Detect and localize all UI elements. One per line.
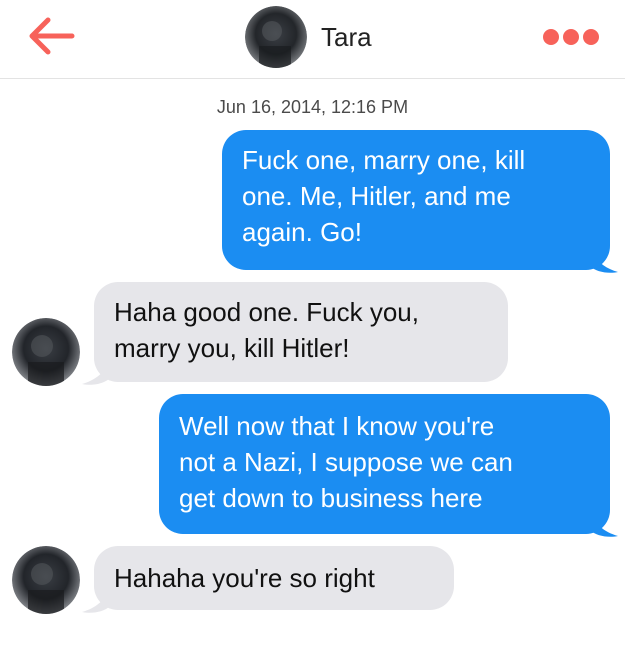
incoming-message[interactable]: Hahaha you're so right	[94, 546, 454, 610]
incoming-message[interactable]: Haha good one. Fuck you, marry you, kill…	[94, 282, 508, 382]
more-button[interactable]	[540, 22, 602, 52]
contact-avatar[interactable]	[12, 318, 80, 386]
message-line: get down to business here	[179, 483, 483, 513]
message-line: again. Go!	[242, 217, 362, 247]
message-line: one. Me, Hitler, and me	[242, 181, 511, 211]
message-line: Well now that I know you're	[179, 411, 495, 441]
outgoing-message[interactable]: Fuck one, marry one, kill one. Me, Hitle…	[222, 130, 610, 270]
message-line: Haha good one. Fuck you,	[114, 297, 419, 327]
contact-avatar[interactable]	[12, 546, 80, 614]
message-line: Hahaha you're so right	[114, 563, 375, 593]
message-line: Fuck one, marry one, kill	[242, 145, 526, 175]
back-arrow-icon	[29, 17, 75, 55]
message-timestamp: Jun 16, 2014, 12:16 PM	[216, 97, 409, 117]
message-line: marry you, kill Hitler!	[114, 333, 350, 363]
contact-name[interactable]: Tara	[321, 22, 372, 53]
outgoing-message[interactable]: Well now that I know you're not a Nazi, …	[159, 394, 610, 534]
contact-avatar[interactable]	[245, 6, 307, 68]
more-dots-icon	[543, 29, 599, 45]
message-line: not a Nazi, I suppose we can	[179, 447, 513, 477]
chat-header: Tara	[0, 0, 625, 79]
back-button[interactable]	[26, 14, 78, 58]
